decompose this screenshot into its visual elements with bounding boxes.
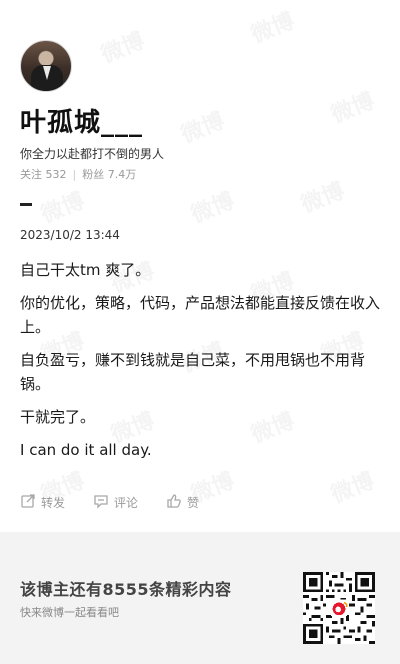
like-button[interactable]: 赞: [166, 493, 199, 512]
followers-count: 7.4万: [107, 168, 137, 181]
followers-link[interactable]: 粉丝 7.4万: [82, 166, 136, 182]
comment-icon: [93, 493, 109, 512]
username[interactable]: 叶孤城___: [20, 102, 143, 139]
repost-label: 转发: [41, 496, 66, 510]
post-paragraph: 自负盈亏，赚不到钱就是自己菜，不用甩锅也不用背锅。: [20, 351, 366, 393]
promo-subtitle: 快来微博一起看看吧: [20, 606, 119, 619]
stats-separator: |: [72, 167, 77, 181]
thumbs-up-icon: [166, 493, 182, 512]
repost-icon: [20, 493, 36, 512]
watermark: 微博: [326, 83, 379, 129]
comment-label: 评论: [114, 496, 139, 510]
post-paragraph: 你的优化，策略，代码，产品想法都能直接反馈在收入上。: [20, 294, 381, 336]
followers-label: 粉丝: [82, 168, 105, 181]
repost-button[interactable]: 转发: [20, 493, 65, 512]
watermark: 微博: [96, 23, 149, 69]
user-stats: 关注 532 | 粉丝 7.4万: [20, 166, 136, 182]
post-actions: 转发 评论 赞: [20, 493, 199, 512]
post-timestamp: 2023/10/2 13:44: [20, 228, 120, 242]
user-bio: 你全力以赴都打不倒的男人: [20, 147, 165, 161]
weibo-post-card: 微博 微博 微博 微博 微博 微博 微博 微博 微博 微博 微博 微博 微博 微…: [0, 0, 400, 664]
watermark: 微博: [296, 173, 349, 219]
section-divider: [20, 203, 32, 206]
avatar[interactable]: [20, 40, 72, 92]
following-label: 关注: [20, 168, 42, 181]
watermark: 微博: [246, 3, 299, 49]
post-paragraph: I can do it all day.: [20, 441, 152, 459]
qr-code: [303, 572, 375, 644]
following-link[interactable]: 关注 532: [20, 166, 67, 182]
watermark: 微博: [36, 183, 89, 229]
post-paragraph: 自己干太tm 爽了。: [20, 261, 151, 279]
post-content: 自己干太tm 爽了。 你的优化，策略，代码，产品想法都能直接反馈在收入上。 自负…: [20, 258, 382, 471]
like-label: 赞: [187, 496, 200, 510]
promo-title: 该博主还有8555条精彩内容: [20, 580, 232, 599]
promo-footer: 该博主还有8555条精彩内容 快来微博一起看看吧: [0, 532, 400, 664]
comment-button[interactable]: 评论: [93, 493, 138, 512]
watermark: 微博: [176, 103, 229, 149]
following-count: 532: [45, 168, 67, 181]
watermark: 微博: [186, 183, 239, 229]
post-paragraph: 干就完了。: [20, 408, 96, 426]
